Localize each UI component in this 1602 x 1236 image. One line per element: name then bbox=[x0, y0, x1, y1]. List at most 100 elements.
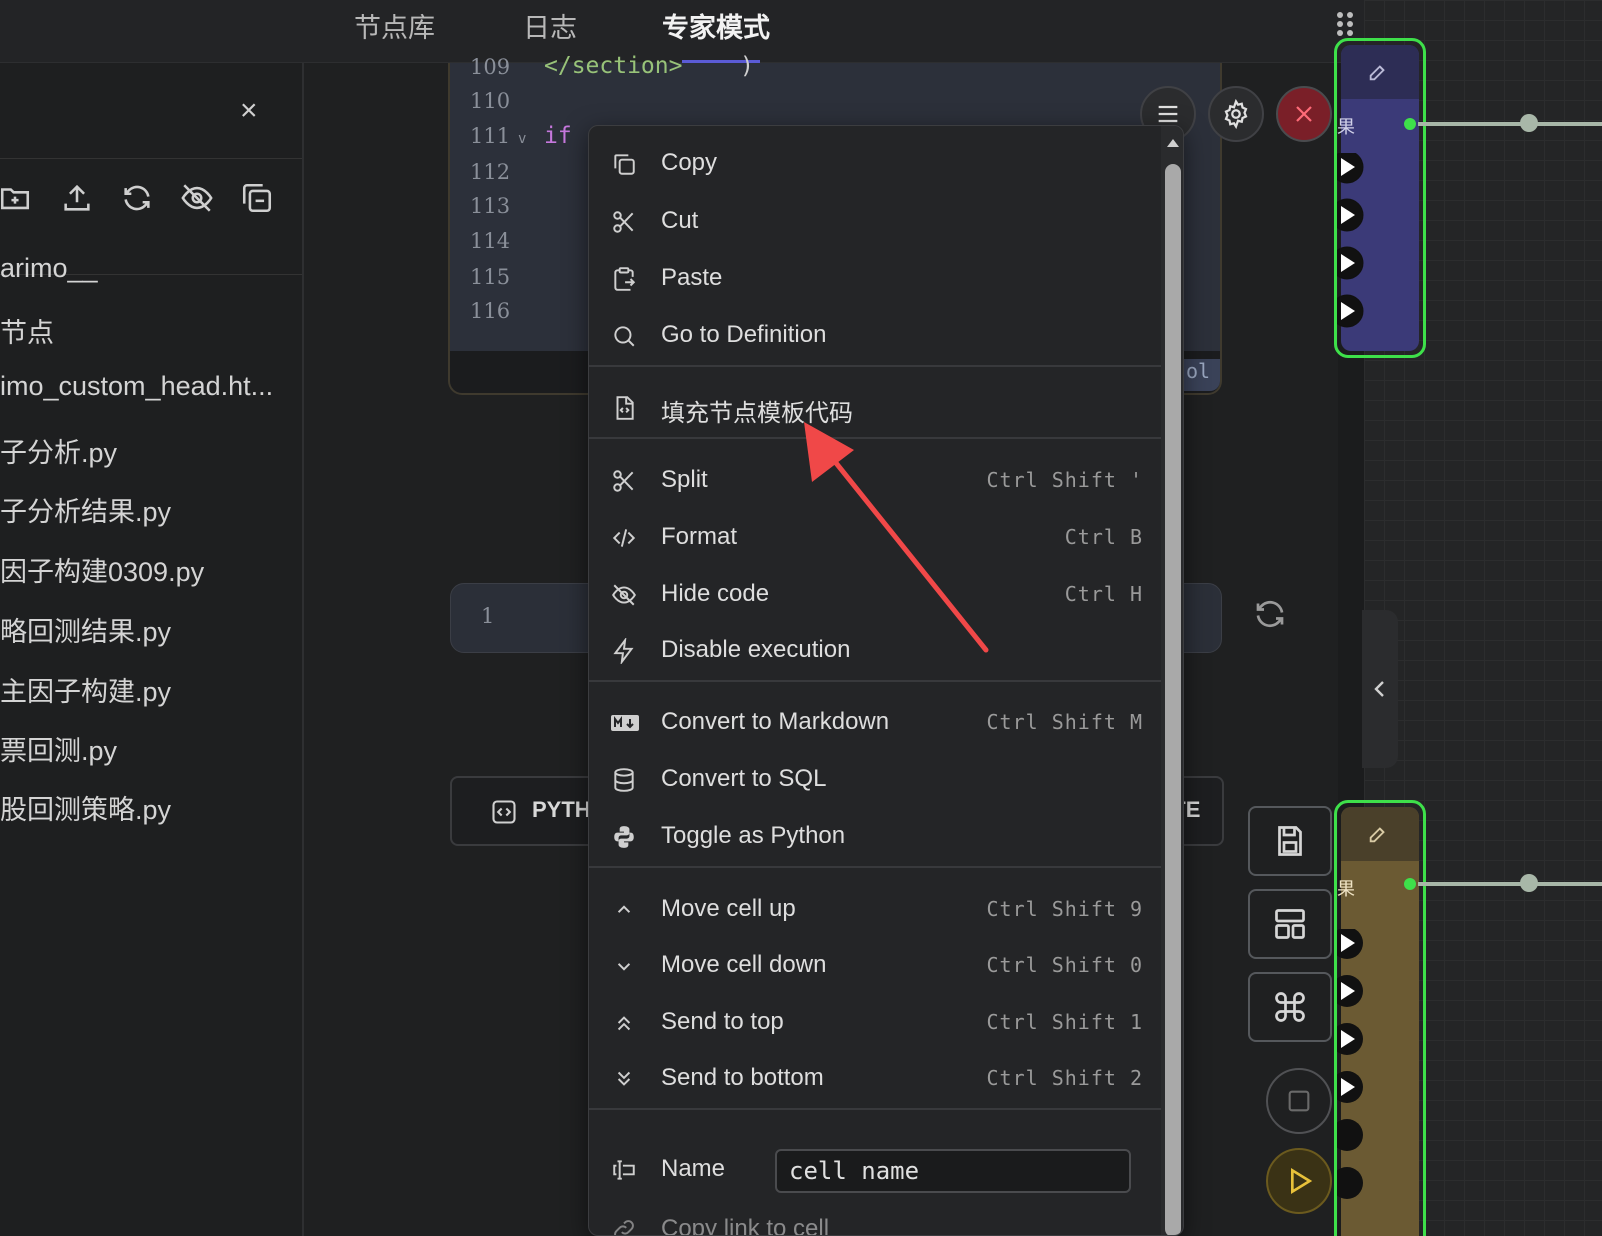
node-canvas[interactable]: 果 果 bbox=[1334, 0, 1602, 1236]
settings-button[interactable] bbox=[1208, 86, 1264, 142]
new-folder-icon[interactable] bbox=[0, 181, 32, 215]
fold-toggle-icon[interactable]: v bbox=[518, 131, 526, 147]
output-port[interactable] bbox=[1404, 878, 1416, 890]
line-number: 111 bbox=[470, 124, 511, 148]
menu-separator bbox=[589, 1108, 1161, 1110]
graph-node[interactable]: 果 bbox=[1334, 800, 1426, 1236]
collapse-panel-button[interactable] bbox=[1362, 610, 1398, 768]
edge-handle[interactable] bbox=[1520, 114, 1538, 132]
menu-item-label: Paste bbox=[661, 264, 723, 291]
menu-item-label: Move cell up bbox=[661, 895, 796, 922]
menu-scroll-up-icon[interactable] bbox=[1166, 138, 1180, 148]
line-number: 113 bbox=[470, 194, 511, 218]
zap-off-icon bbox=[611, 638, 637, 664]
code-line-109: </section> bbox=[544, 53, 683, 79]
chevron-down-icon bbox=[611, 953, 637, 979]
shortcut-label: Ctrl Shift 1 bbox=[986, 1010, 1143, 1034]
shortcut-label: Ctrl B bbox=[1064, 525, 1143, 549]
file-item[interactable]: 票回测.py bbox=[0, 729, 117, 768]
file-item[interactable]: 因子构建0309.py bbox=[0, 550, 204, 589]
play-port-icon[interactable] bbox=[1337, 153, 1377, 353]
menu-item-send-to-top[interactable]: Send to top Ctrl Shift 1 bbox=[589, 999, 1161, 1047]
scissors-icon bbox=[611, 209, 637, 235]
clipboard-paste-icon bbox=[611, 266, 637, 292]
command-palette-button[interactable] bbox=[1248, 972, 1332, 1042]
file-item[interactable]: arimo__ bbox=[0, 253, 98, 284]
shortcut-label: Ctrl H bbox=[1064, 582, 1143, 606]
edge-line bbox=[1418, 882, 1602, 886]
name-label: Name bbox=[661, 1155, 726, 1182]
code-brackets-icon bbox=[611, 525, 637, 551]
menu-item-paste[interactable]: Paste bbox=[589, 255, 1161, 303]
menu-item-copy[interactable]: Copy bbox=[589, 140, 1161, 188]
menu-item-label: Copy link to cell bbox=[661, 1215, 830, 1236]
menu-item-label: Move cell down bbox=[661, 951, 827, 978]
file-item[interactable]: 主因子构建.py bbox=[0, 670, 171, 709]
menu-item-send-to-bottom[interactable]: Send to bottom Ctrl Shift 2 bbox=[589, 1055, 1161, 1103]
file-item[interactable]: 股回测策略.py bbox=[0, 788, 171, 827]
menu-separator bbox=[589, 365, 1161, 367]
edit-node-icon[interactable] bbox=[1367, 61, 1389, 83]
menu-item-label: Hide code bbox=[661, 580, 770, 607]
file-item[interactable]: 子分析.py bbox=[0, 431, 117, 470]
menu-item-move-cell-up[interactable]: Move cell up Ctrl Shift 9 bbox=[589, 886, 1161, 934]
menu-item-label: Send to bottom bbox=[661, 1064, 824, 1091]
menu-scrollbar-thumb[interactable] bbox=[1165, 164, 1181, 1235]
scissors-icon bbox=[611, 468, 637, 494]
close-sidebar-button[interactable]: × bbox=[240, 96, 258, 126]
text-cursor-input-icon bbox=[611, 1157, 637, 1183]
line-number: 1 bbox=[481, 604, 495, 628]
tab-expert-mode[interactable]: 专家模式 bbox=[662, 6, 770, 45]
file-code-icon bbox=[611, 395, 637, 421]
file-explorer-sidebar: × arimo__ 节点 imo_custom_head.ht... 子分析.p… bbox=[0, 63, 304, 1236]
tab-node-library[interactable]: 节点库 bbox=[354, 6, 435, 45]
menu-item-move-cell-down[interactable]: Move cell down Ctrl Shift 0 bbox=[589, 942, 1161, 990]
language-badge: ol bbox=[1184, 359, 1220, 391]
search-icon bbox=[611, 323, 637, 349]
menu-item-cut[interactable]: Cut bbox=[589, 198, 1161, 246]
grip-dots-icon[interactable] bbox=[1337, 12, 1357, 36]
file-item[interactable]: 略回测结果.py bbox=[0, 610, 171, 649]
shortcut-label: Ctrl Shift ' bbox=[986, 468, 1143, 492]
line-number: 114 bbox=[470, 229, 511, 253]
save-button[interactable] bbox=[1248, 806, 1332, 876]
file-item[interactable]: 子分析结果.py bbox=[0, 490, 171, 529]
code-icon bbox=[490, 798, 518, 826]
refresh-cell-icon[interactable] bbox=[1246, 590, 1294, 638]
cell-context-menu: Copy Cut Paste Go to Definition 填充节点模板代码… bbox=[588, 125, 1184, 1236]
python-icon bbox=[611, 824, 637, 850]
menu-item-label: Send to top bbox=[661, 1008, 784, 1035]
chevron-up-icon bbox=[611, 897, 637, 923]
menu-item-go-to-definition[interactable]: Go to Definition bbox=[589, 312, 1161, 360]
delete-cell-button[interactable] bbox=[1276, 86, 1332, 142]
menu-item-convert-sql[interactable]: Convert to SQL bbox=[589, 756, 1161, 804]
play-port-icon[interactable] bbox=[1337, 929, 1377, 1209]
menu-item-copy-link[interactable]: Copy link to cell bbox=[589, 1206, 1161, 1236]
menu-scrollbar[interactable] bbox=[1161, 126, 1183, 1235]
graph-node[interactable]: 果 bbox=[1334, 38, 1426, 358]
eye-off-icon[interactable] bbox=[180, 181, 214, 215]
upload-icon[interactable] bbox=[60, 181, 94, 215]
tab-logs[interactable]: 日志 bbox=[523, 6, 577, 45]
add-python-cell-button[interactable]: PYTH bbox=[532, 797, 591, 823]
menu-item-label: Convert to Markdown bbox=[661, 708, 890, 735]
menu-item-label: Split bbox=[661, 466, 708, 493]
output-port[interactable] bbox=[1404, 118, 1416, 130]
edit-node-icon[interactable] bbox=[1367, 823, 1389, 845]
edge-handle[interactable] bbox=[1520, 874, 1538, 892]
run-button[interactable] bbox=[1266, 1148, 1332, 1214]
refresh-icon[interactable] bbox=[120, 181, 154, 215]
file-item[interactable]: imo_custom_head.ht... bbox=[0, 371, 273, 402]
copy-icon bbox=[611, 151, 637, 177]
menu-item-toggle-python[interactable]: Toggle as Python bbox=[589, 813, 1161, 861]
collapse-all-icon[interactable] bbox=[240, 181, 274, 215]
code-line-109-tail: ) bbox=[740, 53, 754, 79]
markdown-icon bbox=[611, 710, 639, 736]
file-item[interactable]: 节点 bbox=[0, 311, 54, 350]
menu-item-convert-markdown[interactable]: Convert to Markdown Ctrl Shift M bbox=[589, 699, 1161, 747]
shortcut-label: Ctrl Shift 9 bbox=[986, 897, 1143, 921]
layout-button[interactable] bbox=[1248, 889, 1332, 959]
stop-button[interactable] bbox=[1266, 1068, 1332, 1134]
cell-name-input[interactable]: cell name bbox=[775, 1149, 1131, 1193]
line-number: 116 bbox=[470, 299, 511, 323]
